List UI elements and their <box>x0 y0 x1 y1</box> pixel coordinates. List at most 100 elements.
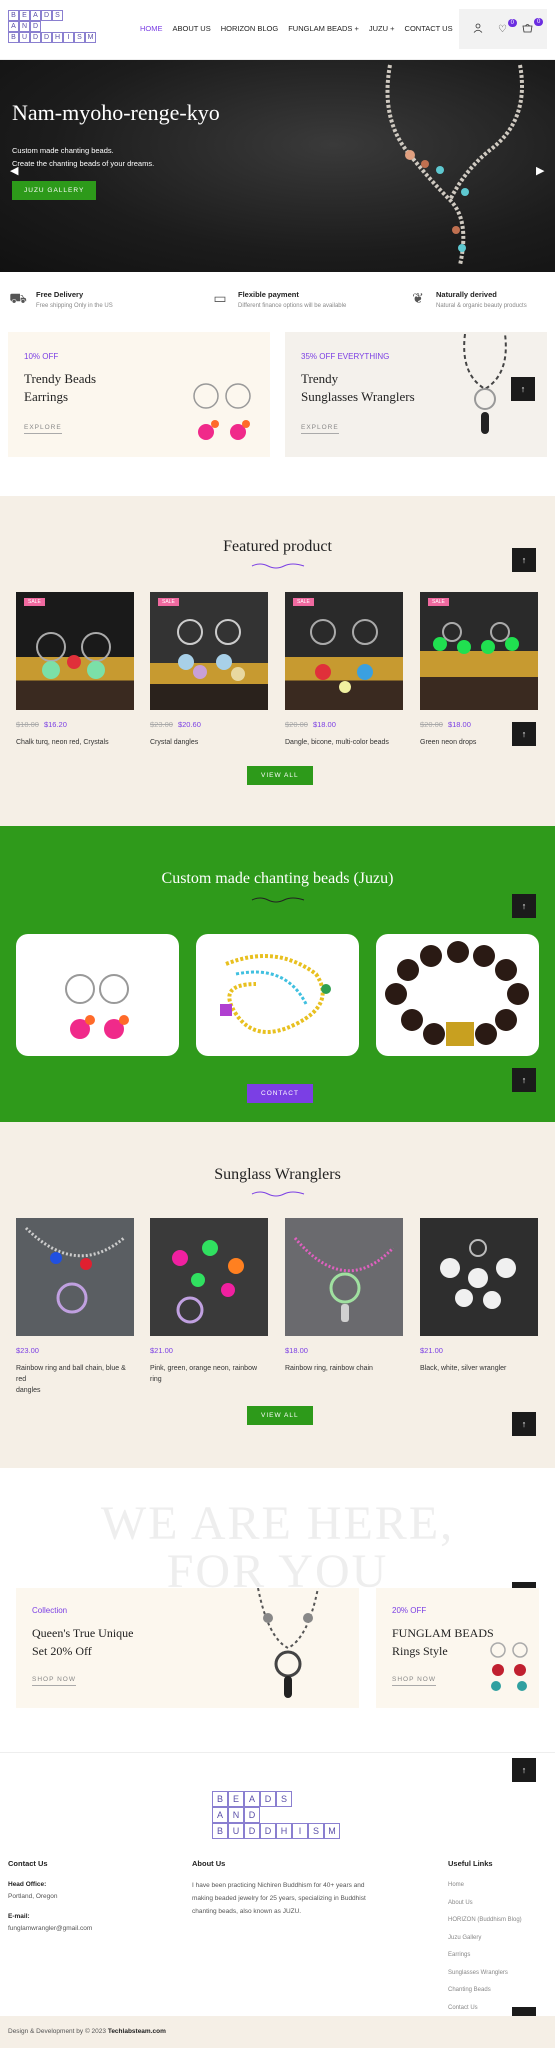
logo-letter: B <box>8 32 19 43</box>
shop-now-link[interactable]: SHOP NOW <box>32 1676 76 1686</box>
logo-letter: I <box>63 32 74 43</box>
site-logo[interactable]: B E A D S A N D B U D D H I S M <box>8 10 96 43</box>
product-card[interactable]: SALE $20.00 $18.00 Dangle, bicone, multi-… <box>285 592 403 748</box>
juzu-card[interactable] <box>196 934 359 1056</box>
section-title: Sunglass Wranglers <box>214 1166 341 1183</box>
product-name[interactable]: Black, white, silver wrangler <box>420 1363 538 1374</box>
product-image[interactable] <box>420 1218 538 1336</box>
promo-card-wranglers[interactable]: 35% OFF EVERYTHING Trendy Sunglasses Wra… <box>285 332 547 457</box>
juzu-card[interactable] <box>16 934 179 1056</box>
product-name[interactable]: Dangle, bicone, multi-color beads <box>285 737 403 748</box>
product-image[interactable] <box>16 1218 134 1336</box>
footer-link[interactable]: Earrings <box>448 1947 522 1965</box>
email-link[interactable]: funglamwrangler@gmail.com <box>8 1923 92 1935</box>
juzu-card[interactable] <box>376 934 539 1056</box>
promo-card-funglam[interactable]: 20% OFF FUNGLAM BEADS Rings Style SHOP N… <box>376 1588 539 1708</box>
cart-icon[interactable]: 0 <box>522 17 544 36</box>
back-to-top-button[interactable]: ↑ <box>511 377 535 401</box>
footer-logo[interactable]: B E A D S A N D B U D D H I S M <box>212 1791 340 1839</box>
divider-ornament <box>251 563 304 569</box>
nav-blog[interactable]: HORIZON BLOG <box>221 24 279 33</box>
footer-link[interactable]: Chanting Beads <box>448 1982 522 2000</box>
product-card[interactable]: $21.00 Black, white, silver wrangler <box>420 1218 538 1374</box>
footer-link[interactable]: Contact Us <box>448 2000 522 2018</box>
nav-home[interactable]: HOME <box>140 24 163 33</box>
product-card[interactable]: $18.00 Rainbow ring, rainbow chain <box>285 1218 403 1374</box>
wishlist-count: 0 <box>507 18 517 27</box>
promo-title: Trendy Sunglasses Wranglers <box>301 371 415 404</box>
truck-icon: ⛟ <box>9 290 27 306</box>
product-name[interactable]: Pink, green, orange neon, rainbow ring <box>150 1363 268 1385</box>
watermark-heading: WE ARE HERE, <box>100 1497 455 1550</box>
leaf-icon: ❦ <box>412 290 424 306</box>
earrings-image <box>490 1642 528 1691</box>
logo-letter: M <box>85 32 96 43</box>
about-text: I have been practicing Nichiren Buddhism… <box>192 1882 366 1915</box>
wishlist-icon[interactable]: ♡ 0 <box>498 18 517 35</box>
back-to-top-button[interactable]: ↑ <box>512 722 536 746</box>
contact-button[interactable]: CONTACT <box>247 1084 313 1103</box>
shop-now-link[interactable]: SHOP NOW <box>392 1676 436 1686</box>
product-image[interactable]: SALE <box>16 592 134 710</box>
back-to-top-button[interactable]: ↑ <box>512 1758 536 1782</box>
necklace-image <box>257 1588 319 1698</box>
product-image[interactable]: SALE <box>285 592 403 710</box>
logo-letter: B <box>8 10 19 21</box>
view-all-featured-button[interactable]: VIEW ALL <box>247 766 313 785</box>
product-image[interactable] <box>285 1218 403 1336</box>
explore-link[interactable]: EXPLORE <box>301 424 339 434</box>
hero-subtitle: Custom made chanting beads. Create the c… <box>12 146 155 168</box>
developer-link[interactable]: Techlabsteam.com <box>108 2028 166 2035</box>
footer-link[interactable]: About Us <box>448 1895 522 1913</box>
promo-card-earrings[interactable]: 10% OFF Trendy Beads Earrings EXPLORE <box>8 332 270 457</box>
nav-about[interactable]: ABOUT US <box>173 24 211 33</box>
back-to-top-button[interactable]: ↑ <box>512 548 536 572</box>
logo-letter: D <box>30 32 41 43</box>
contact-info: Head Office: Portland, Oregon E-mail: fu… <box>8 1879 92 1935</box>
back-to-top-button[interactable]: ↑ <box>512 1068 536 1092</box>
product-name[interactable]: Chalk turq, neon red, Crystals <box>16 737 134 748</box>
product-image[interactable]: SALE <box>150 592 268 710</box>
earrings-image <box>193 383 251 440</box>
nav-juzu[interactable]: JUZU + <box>369 24 395 33</box>
back-to-top-button[interactable]: ↑ <box>512 894 536 918</box>
product-card[interactable]: SALE $23.00 $20.60 Crystal dangles <box>150 592 268 748</box>
view-all-wranglers-button[interactable]: VIEW ALL <box>247 1406 313 1425</box>
about-heading: About Us <box>192 1859 226 1868</box>
sale-badge: SALE <box>428 598 449 606</box>
footer-link[interactable]: HORIZON (Buddhism Blog) <box>448 1912 522 1930</box>
logo-letter: S <box>52 10 63 21</box>
sunglass-wranglers-section: Sunglass Wranglers $23.00 Rainbow ring a… <box>0 1122 555 1468</box>
feature-item: ❦ Naturally derived Natural & organic bea… <box>408 290 527 310</box>
features-row: ⛟ Free Delivery Free shipping Only in the… <box>0 286 555 326</box>
logo-letter: A <box>30 10 41 21</box>
links-heading: Useful Links <box>448 1859 493 1868</box>
footer-link[interactable]: Juzu Gallery <box>448 1930 522 1948</box>
footer-link[interactable]: Sunglasses Wranglers <box>448 1965 522 1983</box>
nav-contact[interactable]: CONTACT US <box>405 24 453 33</box>
back-to-top-button[interactable]: ↑ <box>512 1412 536 1436</box>
prev-slide-icon[interactable]: ◀ <box>10 164 18 177</box>
product-card[interactable]: $21.00 Pink, green, orange neon, rainbow… <box>150 1218 268 1385</box>
product-name[interactable]: Crystal dangles <box>150 737 268 748</box>
section-title: Custom made chanting beads (Juzu) <box>161 870 394 887</box>
footer-link[interactable]: Home <box>448 1877 522 1895</box>
user-icon[interactable] <box>473 23 483 36</box>
next-slide-icon[interactable]: ▶ <box>536 164 544 177</box>
logo-letter: D <box>41 32 52 43</box>
product-card[interactable]: SALE $18.00 $16.20 Chalk turq, neon red, … <box>16 592 134 748</box>
product-image[interactable] <box>150 1218 268 1336</box>
product-image[interactable]: SALE <box>420 592 538 710</box>
sale-badge: SALE <box>293 598 314 606</box>
product-card[interactable]: $23.00 Rainbow ring and ball chain, blue… <box>16 1218 134 1396</box>
explore-link[interactable]: EXPLORE <box>24 424 62 434</box>
juzu-gallery-button[interactable]: JUZU GALLERY <box>12 181 97 200</box>
copyright-text: Design & Development by © 2023 Techlabst… <box>8 2028 166 2035</box>
product-name[interactable]: Rainbow ring and ball chain, blue & red d… <box>16 1363 134 1396</box>
necklace-image <box>385 64 524 266</box>
contact-heading: Contact Us <box>8 1859 48 1868</box>
product-name[interactable]: Rainbow ring, rainbow chain <box>285 1363 403 1374</box>
promo-card-queens[interactable]: Collection Queen's True Unique Set 20% O… <box>16 1588 359 1708</box>
nav-funglam[interactable]: FUNGLAM BEADS + <box>288 24 359 33</box>
section-title: Featured product <box>223 538 332 555</box>
